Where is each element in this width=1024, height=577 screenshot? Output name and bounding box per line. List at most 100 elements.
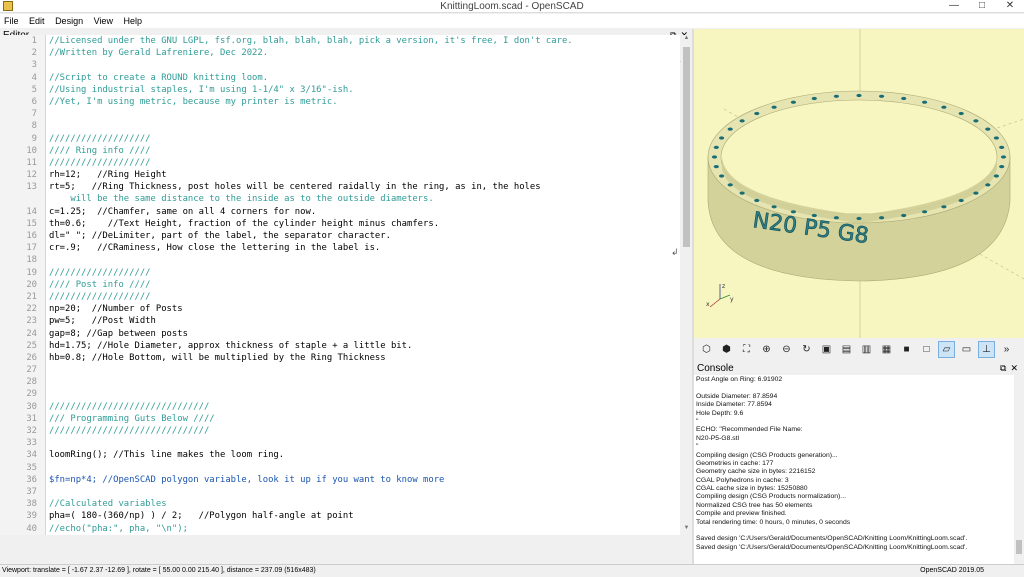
code-line: 25 hd=1.75; //Hole Diameter, approx thick… (0, 340, 680, 352)
code-line: 3 (0, 59, 680, 71)
window-title: KnittingLoom.scad - OpenSCAD (440, 1, 584, 12)
menu-file[interactable]: File (0, 14, 23, 28)
post-hole (754, 198, 760, 203)
line-number: 38 (26, 499, 37, 510)
code-line: 40 //echo("pha:", pha, "\n"); (0, 523, 680, 535)
menu-edit[interactable]: Edit (25, 14, 49, 28)
post-hole (973, 119, 979, 123)
console-line: CGAL cache size in bytes: 15250880 (696, 485, 808, 493)
view-top-icon[interactable]: ▤ (838, 341, 855, 358)
code-line: 8 (0, 120, 680, 132)
line-number: 22 (26, 304, 37, 315)
code-editor[interactable]: 1 //Licensed under the GNU LGPL, fsf.org,… (0, 35, 680, 535)
scroll-thumb[interactable] (1016, 540, 1022, 554)
line-number: 10 (26, 145, 37, 156)
code-text: //echo("pha:", pha, "\n"); (49, 523, 188, 534)
minimize-icon[interactable]: — (940, 0, 968, 13)
zoom-in-icon[interactable]: ⊕ (758, 341, 775, 358)
line-number: 3 (31, 60, 37, 71)
editor-scrollbar[interactable]: ▲ ▼ (681, 35, 692, 535)
post-hole (790, 100, 796, 104)
post-hole (941, 105, 947, 109)
post-hole (985, 183, 991, 187)
version-label: OpenSCAD 2019.05 (920, 567, 984, 574)
line-number: 5 (31, 84, 37, 95)
code-line: 4 //Script to create a ROUND knitting loo… (0, 72, 680, 84)
perspective-icon[interactable]: ▱ (938, 340, 955, 358)
scroll-up-icon[interactable]: ▲ (681, 35, 692, 45)
line-number: 33 (26, 438, 37, 449)
menu-view[interactable]: View (90, 14, 117, 28)
post-hole (941, 205, 947, 209)
line-number: 25 (26, 340, 37, 351)
post-hole (739, 119, 745, 123)
console-scrollbar[interactable] (1014, 375, 1024, 564)
post-hole (999, 165, 1005, 169)
line-number: 37 (26, 486, 37, 497)
line-number: 6 (31, 96, 37, 107)
post-hole (958, 111, 964, 116)
post-hole (901, 96, 907, 101)
axis-gizmo: z x y (706, 283, 734, 308)
console-line: Geometries in cache: 177 (696, 459, 774, 467)
code-line: 9 /////////////////// (0, 133, 680, 145)
post-hole (922, 210, 928, 214)
code-line: 1 //Licensed under the GNU LGPL, fsf.org,… (0, 35, 680, 47)
close-icon[interactable]: ✕ (996, 0, 1024, 13)
code-line: 19 /////////////////// (0, 267, 680, 279)
scroll-thumb[interactable] (683, 47, 690, 247)
code-line: 30 ////////////////////////////// (0, 401, 680, 413)
code-text: th=0.6; //Text Height, fraction of the c… (49, 218, 440, 229)
code-line: 35 (0, 462, 680, 474)
console-line: Saved design 'C:/Users/Gerald/Documents/… (696, 543, 968, 551)
title-bar: KnittingLoom.scad - OpenSCAD — □ ✕ (0, 0, 1024, 13)
post-hole (856, 216, 862, 221)
view-right-icon[interactable]: ▣ (818, 341, 835, 358)
orthogonal-icon[interactable]: ▭ (958, 341, 975, 358)
line-number: 17 (26, 243, 37, 254)
view-all-icon[interactable]: ⛶ (738, 341, 755, 358)
code-lines: 1 //Licensed under the GNU LGPL, fsf.org,… (0, 35, 680, 535)
code-text: /////////////////// (49, 291, 151, 302)
code-text: //// Post info //// (49, 279, 151, 290)
line-number: 18 (26, 255, 37, 266)
post-hole (985, 127, 991, 131)
post-hole (993, 136, 999, 140)
menu-help[interactable]: Help (119, 14, 146, 28)
code-text: //// Ring info //// (49, 145, 151, 156)
post-hole (993, 174, 999, 178)
zoom-out-icon[interactable]: ⊖ (778, 341, 795, 358)
more-tools-icon[interactable]: » (998, 341, 1015, 358)
word-wrap-icon: ↲ (671, 247, 679, 257)
code-text: //Yet, I'm using metric, because my prin… (49, 96, 338, 107)
view-bottom-icon[interactable]: ▥ (858, 341, 875, 358)
code-line: 21 /////////////////// (0, 291, 680, 303)
console-line: N20-P5-G8.stl (696, 434, 740, 442)
show-axes-icon[interactable]: ⊥ (978, 340, 995, 358)
view-back-icon[interactable]: □ (918, 341, 935, 358)
code-text: rt=5; //Ring Thickness, post holes will … (49, 182, 541, 193)
code-text: //Script to create a ROUND knitting loom… (49, 72, 269, 83)
render-icon[interactable]: ⬢ (718, 341, 735, 358)
post-hole (958, 198, 964, 203)
3d-viewport[interactable]: N20 P5 G8 z x y (694, 29, 1024, 338)
post-hole (879, 216, 885, 220)
console-line: " (696, 417, 699, 425)
maximize-icon[interactable]: □ (968, 0, 996, 13)
view-front-icon[interactable]: ■ (898, 341, 915, 358)
post-hole (999, 145, 1005, 149)
close-panel-icon[interactable]: ✕ (1010, 363, 1018, 373)
preview-icon[interactable]: ⬡ (698, 341, 715, 358)
undock-icon[interactable]: ⧉ (1000, 363, 1006, 373)
code-text: c=1.25; //Chamfer, same on all 4 corners… (49, 206, 317, 217)
reset-view-icon[interactable]: ↻ (798, 341, 815, 358)
code-line: 20 //// Post info //// (0, 279, 680, 291)
line-number: 27 (26, 365, 37, 376)
line-number: 14 (26, 206, 37, 217)
line-number: 8 (31, 121, 37, 132)
code-text: cr=.9; //CRaminess, How close the letter… (49, 243, 381, 254)
scroll-down-icon[interactable]: ▼ (681, 525, 692, 535)
menu-design[interactable]: Design (51, 14, 87, 28)
post-hole (719, 136, 725, 140)
view-left-icon[interactable]: ▦ (878, 341, 895, 358)
